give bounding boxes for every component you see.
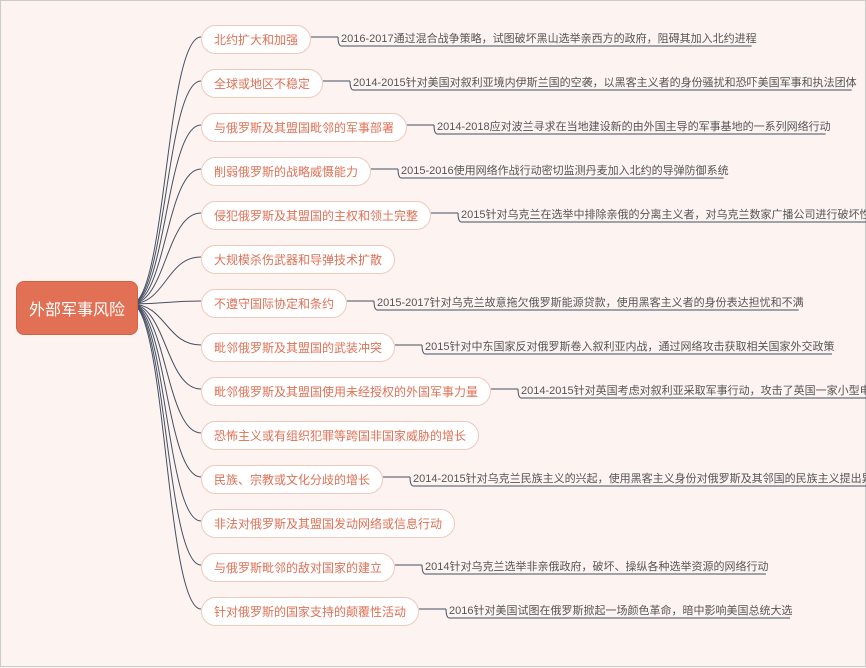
branch-node[interactable]: 削弱俄罗斯的战略威慑能力 [201, 157, 371, 186]
branch-node[interactable]: 恐怖主义或有组织犯罪等跨国非国家威胁的增长 [201, 421, 479, 450]
leaf-text: 2014针对乌克兰选举非亲俄政府，破坏、操纵各种选举资源的网络行动 [425, 558, 768, 574]
leaf-text: 2016针对美国试图在俄罗斯掀起一场颜色革命，暗中影响美国总统大选 [449, 602, 792, 618]
branch-node[interactable]: 毗邻俄罗斯及其盟国使用未经授权的外国军事力量 [201, 377, 491, 406]
branch-node[interactable]: 北约扩大和加强 [201, 25, 311, 54]
branch-node[interactable]: 民族、宗教或文化分歧的增长 [201, 465, 383, 494]
leaf-text: 2016-2017通过混合战争策略，试图破坏黑山选举亲西方的政府，阻碍其加入北约… [341, 30, 757, 46]
leaf-text: 2014-2015针对英国考虑对叙利亚采取军事行动，攻击了英国一家小型电视台的伊… [521, 382, 866, 398]
leaf-text: 2014-2015针对乌克兰民族主义的兴起，使用黑客主义身份对俄罗斯及其邻国的民… [413, 470, 866, 486]
leaf-text: 2014-2015针对美国对叙利亚境内伊斯兰国的空袭，以黑客主义者的身份骚扰和恐… [353, 74, 857, 90]
leaf-text: 2015针对中东国家反对俄罗斯卷入叙利亚内战，通过网络攻击获取相关国家外交政策 [425, 338, 834, 354]
root-node[interactable]: 外部军事风险 [16, 281, 138, 335]
leaf-text: 2015-2017针对乌克兰故意拖欠俄罗斯能源贷款，使用黑客主义者的身份表达担忧… [377, 294, 804, 310]
branch-node[interactable]: 不遵守国际协定和条约 [201, 289, 347, 318]
branch-node[interactable]: 针对俄罗斯的国家支持的颠覆性活动 [201, 597, 419, 626]
branch-node[interactable]: 与俄罗斯及其盟国毗邻的军事部署 [201, 113, 407, 142]
branch-node[interactable]: 侵犯俄罗斯及其盟国的主权和领土完整 [201, 201, 431, 230]
leaf-text: 2015针对乌克兰在选举中排除亲俄的分离主义者，对乌克兰数家广播公司进行破坏性攻… [461, 206, 866, 222]
branch-node[interactable]: 非法对俄罗斯及其盟国发动网络或信息行动 [201, 509, 455, 538]
branch-node[interactable]: 大规模杀伤武器和导弹技术扩散 [201, 245, 395, 274]
leaf-text: 2014-2018应对波兰寻求在当地建设新的由外国主导的军事基地的一系列网络行动 [437, 118, 831, 134]
branch-node[interactable]: 与俄罗斯毗邻的敌对国家的建立 [201, 553, 395, 582]
branch-node[interactable]: 全球或地区不稳定 [201, 69, 323, 98]
leaf-text: 2015-2016使用网络作战行动密切监测丹麦加入北约的导弹防御系统 [401, 162, 729, 178]
branch-node[interactable]: 毗邻俄罗斯及其盟国的武装冲突 [201, 333, 395, 362]
